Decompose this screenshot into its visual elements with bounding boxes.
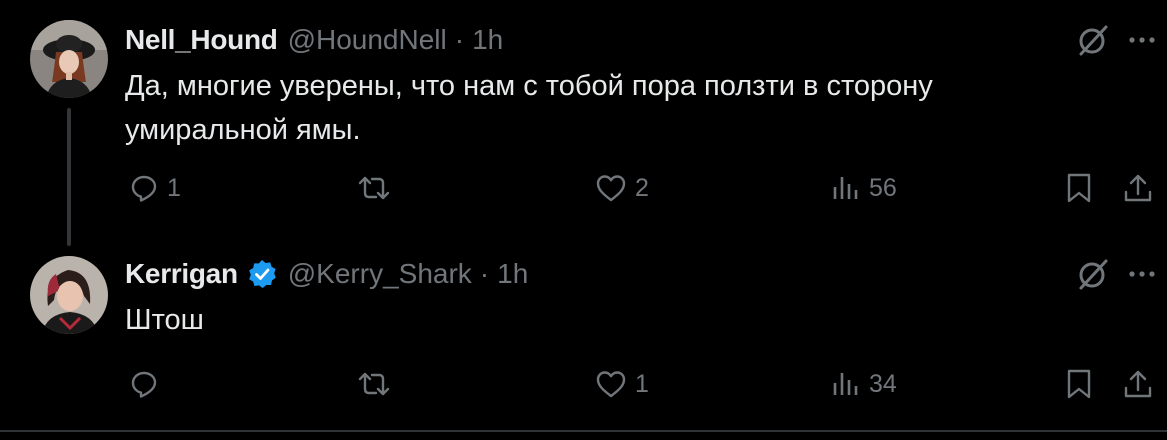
reply-icon <box>129 173 159 203</box>
retweet-button[interactable] <box>357 364 399 404</box>
author-handle[interactable]: @Kerry_Shark <box>288 258 472 290</box>
tweet[interactable]: Nell_Hound @HoundNell · 1h Да, многие ув… <box>0 0 1167 246</box>
share-button[interactable] <box>1123 168 1153 208</box>
like-icon <box>595 173 627 203</box>
views-icon <box>831 173 861 203</box>
like-icon <box>595 369 627 399</box>
thread-page: Nell_Hound @HoundNell · 1h Да, многие ув… <box>0 0 1167 440</box>
tweet-header: Kerrigan @Kerry_Shark · 1h <box>125 254 528 294</box>
tweet-text: Да, многие уверены, что нам с тобой пора… <box>125 70 933 146</box>
thread-line <box>67 108 71 246</box>
views-button[interactable]: 34 <box>831 364 897 404</box>
retweet-icon <box>357 369 391 399</box>
author-display-name[interactable]: Kerrigan <box>125 258 238 290</box>
like-count: 2 <box>635 173 649 202</box>
author-handle[interactable]: @HoundNell <box>288 24 447 56</box>
bookmark-icon <box>1065 172 1093 204</box>
grok-icon[interactable] <box>1075 256 1111 292</box>
tweet-header: Nell_Hound @HoundNell · 1h <box>125 20 503 60</box>
bookmark-icon <box>1065 368 1093 400</box>
bookmark-button[interactable] <box>1065 364 1093 404</box>
retweet-button[interactable] <box>357 168 399 208</box>
avatar[interactable] <box>30 256 108 334</box>
tweet-text: Штош <box>125 304 204 336</box>
timestamp[interactable]: 1h <box>497 258 528 290</box>
reply-button[interactable]: 1 <box>129 168 181 208</box>
more-icon[interactable] <box>1127 35 1157 45</box>
timestamp[interactable]: 1h <box>472 24 503 56</box>
grok-icon[interactable] <box>1075 22 1111 58</box>
tweet[interactable]: Kerrigan @Kerry_Shark · 1h Штош 1 34 <box>0 246 1167 430</box>
avatar[interactable] <box>30 20 108 98</box>
separator-dot: · <box>479 258 490 289</box>
like-button[interactable]: 1 <box>595 364 649 404</box>
like-count: 1 <box>635 369 649 398</box>
author-display-name[interactable]: Nell_Hound <box>125 24 278 56</box>
views-button[interactable]: 56 <box>831 168 897 208</box>
share-icon <box>1123 172 1153 204</box>
separator-dot: · <box>454 24 465 55</box>
views-icon <box>831 369 861 399</box>
reply-button[interactable] <box>129 364 167 404</box>
tweet-actions: 1 34 <box>125 364 1165 404</box>
tweet-actions: 1 2 56 <box>125 168 1165 208</box>
tweet-top-actions <box>1075 22 1157 58</box>
divider <box>0 430 1167 432</box>
share-icon <box>1123 368 1153 400</box>
bookmark-button[interactable] <box>1065 168 1093 208</box>
tweet-top-actions <box>1075 256 1157 292</box>
views-count: 56 <box>869 173 897 202</box>
reply-count: 1 <box>167 173 181 202</box>
views-count: 34 <box>869 369 897 398</box>
share-button[interactable] <box>1123 364 1153 404</box>
verified-badge-icon[interactable] <box>246 258 278 290</box>
more-icon[interactable] <box>1127 269 1157 279</box>
reply-icon <box>129 369 159 399</box>
retweet-icon <box>357 173 391 203</box>
like-button[interactable]: 2 <box>595 168 649 208</box>
